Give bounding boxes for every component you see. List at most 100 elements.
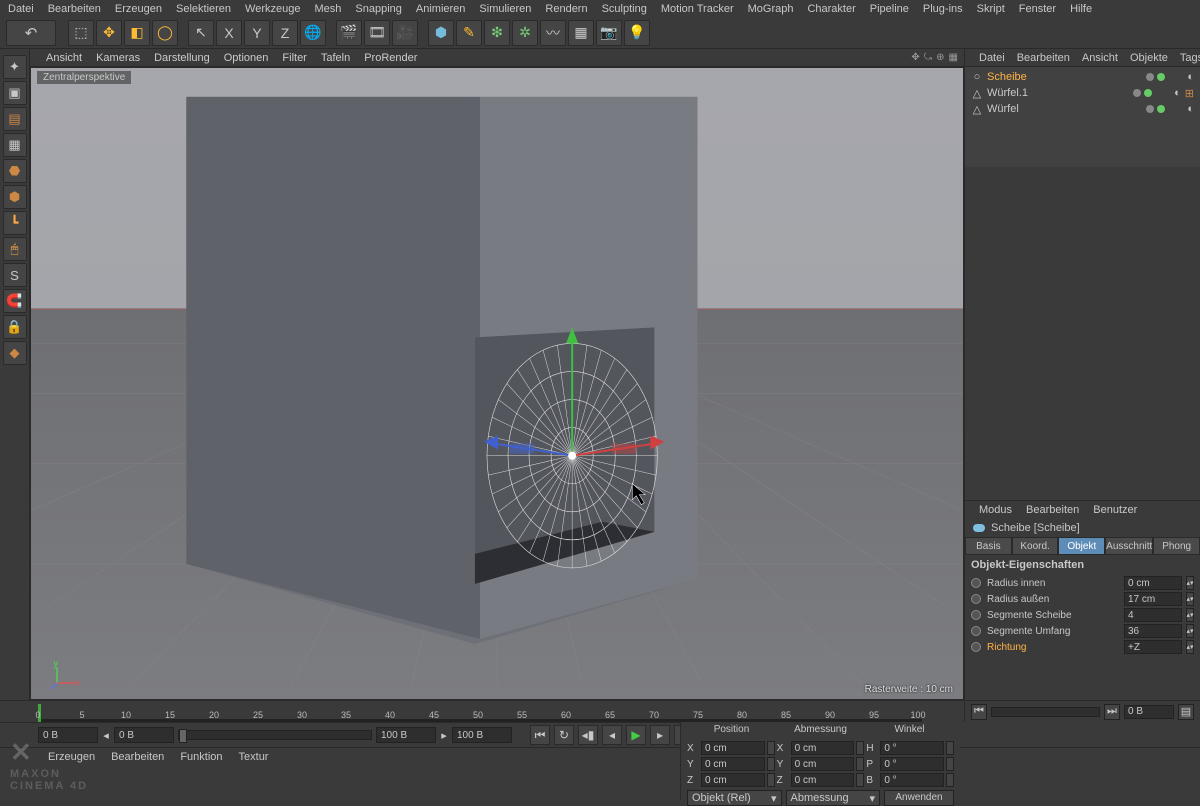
viewport-canvas[interactable] bbox=[31, 68, 963, 699]
menu-animieren[interactable]: Animieren bbox=[416, 3, 466, 15]
spinner-icon[interactable]: ▴▾ bbox=[1186, 592, 1194, 606]
make-editable-button[interactable]: ✦ bbox=[3, 55, 27, 79]
vpmenu-ansicht[interactable]: Ansicht bbox=[46, 52, 82, 64]
texture-mode-button[interactable]: ▤ bbox=[3, 107, 27, 131]
attr-tab-basis[interactable]: Basis bbox=[965, 537, 1012, 555]
axis-x-button[interactable]: X bbox=[216, 20, 242, 46]
menu-selektieren[interactable]: Selektieren bbox=[176, 3, 231, 15]
coord-system-button[interactable]: 🌐 bbox=[300, 20, 326, 46]
vpmenu-kameras[interactable]: Kameras bbox=[96, 52, 140, 64]
workplane-button[interactable]: 🔒 bbox=[3, 315, 27, 339]
menu-charakter[interactable]: Charakter bbox=[807, 3, 855, 15]
rot-field[interactable]: 0 ° bbox=[880, 773, 944, 787]
vp-nav-icon[interactable]: ▦ bbox=[949, 52, 958, 63]
attrmenu-bearbeiten[interactable]: Bearbeiten bbox=[1026, 504, 1079, 516]
add-scene-button[interactable]: 💡 bbox=[624, 20, 650, 46]
pos-field[interactable]: 0 cm bbox=[701, 773, 765, 787]
apply-button[interactable]: Anwenden bbox=[884, 790, 954, 806]
range-start-field[interactable]: 0 B bbox=[114, 727, 174, 743]
add-primitive-button[interactable]: ⬢ bbox=[428, 20, 454, 46]
render-region-button[interactable]: 🎞 bbox=[364, 20, 390, 46]
objmenu-bearbeiten[interactable]: Bearbeiten bbox=[1017, 52, 1070, 64]
workplane-mode-button[interactable]: ▦ bbox=[3, 133, 27, 157]
objmenu-objekte[interactable]: Objekte bbox=[1130, 52, 1168, 64]
attr-tab-phong[interactable]: Phong bbox=[1153, 537, 1200, 555]
object-mode-button[interactable]: ⬣ bbox=[3, 159, 27, 183]
size-field[interactable]: 0 cm bbox=[791, 773, 855, 787]
vp-nav-icon[interactable]: ✥ bbox=[911, 52, 919, 63]
render-view-button[interactable]: 🎬 bbox=[336, 20, 362, 46]
timeline-ruler[interactable]: 0510152025303540455055606570758085909510… bbox=[0, 701, 960, 723]
pos-field[interactable]: 0 cm bbox=[701, 741, 765, 755]
tag-icon[interactable]: ⊞ bbox=[1185, 87, 1194, 100]
size-field[interactable]: 0 cm bbox=[791, 757, 855, 771]
play-button[interactable]: ▶ bbox=[626, 725, 646, 745]
spinner-icon[interactable]: ▴▾ bbox=[1186, 576, 1194, 590]
axis-z-button[interactable]: Z bbox=[272, 20, 298, 46]
live-select-tool[interactable]: ⬚ bbox=[68, 20, 94, 46]
prev-key-button[interactable]: ◂▮ bbox=[578, 725, 598, 745]
move-tool[interactable]: ✥ bbox=[96, 20, 122, 46]
total-frames-field[interactable]: 100 B bbox=[452, 727, 512, 743]
attrmenu-benutzer[interactable]: Benutzer bbox=[1093, 504, 1137, 516]
menu-plug-ins[interactable]: Plug-ins bbox=[923, 3, 963, 15]
edge-mode-button[interactable]: 🖱 bbox=[3, 237, 27, 261]
tag-icon[interactable]: ◐ bbox=[1174, 87, 1181, 99]
vp-nav-icon[interactable]: ⊕ bbox=[936, 52, 944, 63]
axis-y-button[interactable]: Y bbox=[244, 20, 270, 46]
vpmenu-tafeln[interactable]: Tafeln bbox=[321, 52, 350, 64]
anim-dot-icon[interactable] bbox=[971, 642, 981, 652]
goto-end-small-button[interactable]: ⏭ bbox=[1104, 704, 1120, 720]
menu-fenster[interactable]: Fenster bbox=[1019, 3, 1056, 15]
model-mode-button[interactable]: ▣ bbox=[3, 81, 27, 105]
anim-dot-icon[interactable] bbox=[971, 610, 981, 620]
enable-snap-button[interactable]: 🧲 bbox=[3, 289, 27, 313]
vpmenu-prorender[interactable]: ProRender bbox=[364, 52, 417, 64]
menu-snapping[interactable]: Snapping bbox=[355, 3, 402, 15]
property-value-field[interactable]: +Z bbox=[1124, 640, 1182, 654]
attr-tab-ausschnitt[interactable]: Ausschnitt bbox=[1105, 537, 1153, 555]
render-settings-button[interactable]: 🎥 bbox=[392, 20, 418, 46]
menu-mograph[interactable]: MoGraph bbox=[748, 3, 794, 15]
attr-tab-koord.[interactable]: Koord. bbox=[1012, 537, 1059, 555]
prev-frame-button[interactable]: ◂ bbox=[602, 725, 622, 745]
anim-dot-icon[interactable] bbox=[971, 594, 981, 604]
property-value-field[interactable]: 4 bbox=[1124, 608, 1182, 622]
vpmenu-optionen[interactable]: Optionen bbox=[224, 52, 269, 64]
coord-dim-dropdown[interactable]: Abmessung▾ bbox=[786, 790, 881, 806]
menu-simulieren[interactable]: Simulieren bbox=[479, 3, 531, 15]
object-row[interactable]: △Würfel.1◐⊞ bbox=[971, 85, 1194, 101]
attrmenu-modus[interactable]: Modus bbox=[979, 504, 1012, 516]
axis-mode-button[interactable]: ⬢ bbox=[3, 185, 27, 209]
scale-tool[interactable]: ◧ bbox=[124, 20, 150, 46]
polygon-mode-button[interactable]: S bbox=[3, 263, 27, 287]
menu-mesh[interactable]: Mesh bbox=[314, 3, 341, 15]
menu-bearbeiten[interactable]: Bearbeiten bbox=[48, 3, 101, 15]
anim-dot-icon[interactable] bbox=[971, 626, 981, 636]
menu-sculpting[interactable]: Sculpting bbox=[602, 3, 647, 15]
recent-tool[interactable]: ↖ bbox=[188, 20, 214, 46]
menu-rendern[interactable]: Rendern bbox=[545, 3, 587, 15]
goto-start-button[interactable]: ⏮ bbox=[530, 725, 550, 745]
rot-field[interactable]: 0 ° bbox=[880, 757, 944, 771]
add-camera-button[interactable]: ▦ bbox=[568, 20, 594, 46]
vpmenu-darstellung[interactable]: Darstellung bbox=[154, 52, 210, 64]
objmenu-ansicht[interactable]: Ansicht bbox=[1082, 52, 1118, 64]
goto-start-small-button[interactable]: ⏮ bbox=[971, 704, 987, 720]
rot-field[interactable]: 0 ° bbox=[880, 741, 944, 755]
add-deformer-button[interactable]: ✲ bbox=[512, 20, 538, 46]
size-field[interactable]: 0 cm bbox=[791, 741, 855, 755]
spinner-icon[interactable]: ▴▾ bbox=[1186, 608, 1194, 622]
viewport-perspective[interactable]: Zentralperspektive bbox=[30, 67, 964, 700]
menu-erzeugen[interactable]: Erzeugen bbox=[115, 3, 162, 15]
range-end-field[interactable]: 100 B bbox=[376, 727, 436, 743]
matmenu-funktion[interactable]: Funktion bbox=[180, 751, 222, 763]
object-row[interactable]: △Würfel◐ bbox=[971, 101, 1194, 117]
menu-skript[interactable]: Skript bbox=[977, 3, 1005, 15]
vpmenu-filter[interactable]: Filter bbox=[282, 52, 306, 64]
tag-icon[interactable]: ◐ bbox=[1187, 103, 1194, 115]
add-environment-button[interactable]: 〰 bbox=[540, 20, 566, 46]
range-slider[interactable] bbox=[178, 730, 372, 740]
tag-icon[interactable]: ◐ bbox=[1187, 71, 1194, 83]
undo-button[interactable]: ↶ bbox=[6, 20, 56, 46]
